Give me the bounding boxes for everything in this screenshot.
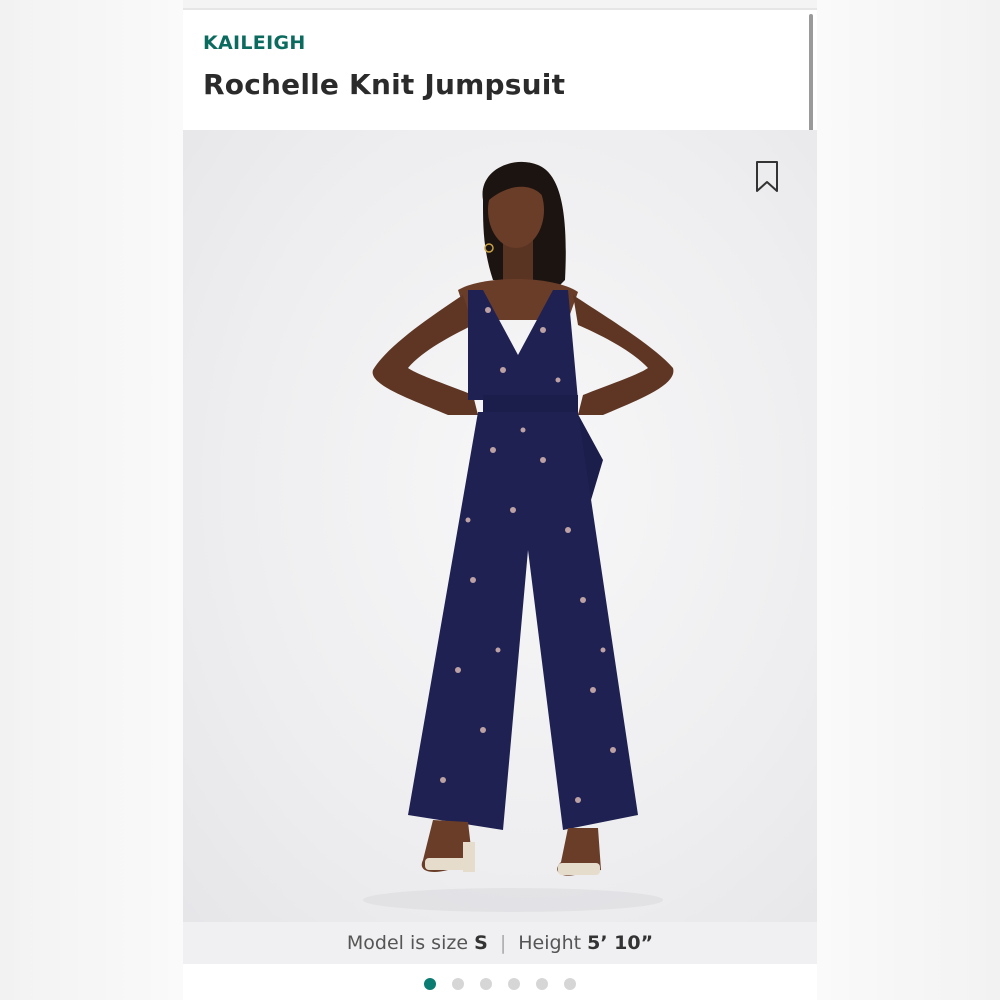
model-size-label: Model is size bbox=[346, 932, 469, 954]
model-size-value: S bbox=[474, 932, 488, 954]
product-header: KAILEIGH Rochelle Knit Jumpsuit bbox=[183, 10, 817, 130]
carousel-dot-3[interactable] bbox=[480, 978, 492, 990]
carousel-dot-4[interactable] bbox=[508, 978, 520, 990]
model-height-label: Height bbox=[518, 932, 582, 954]
model-info-bar: Model is size S | Height 5’ 10” bbox=[183, 922, 817, 964]
brand-name[interactable]: KAILEIGH bbox=[203, 32, 306, 54]
caption-separator: | bbox=[499, 932, 507, 954]
product-screen: KAILEIGH Rochelle Knit Jumpsuit Model is… bbox=[183, 8, 817, 1000]
carousel-dot-6[interactable] bbox=[564, 978, 576, 990]
carousel-dot-2[interactable] bbox=[452, 978, 464, 990]
carousel-indicator bbox=[183, 978, 817, 990]
bookmark-icon[interactable] bbox=[755, 160, 779, 194]
carousel-dot-1[interactable] bbox=[424, 978, 436, 990]
carousel-dot-5[interactable] bbox=[536, 978, 548, 990]
product-photo[interactable] bbox=[183, 130, 817, 922]
background-right bbox=[817, 0, 1000, 1000]
background-left bbox=[0, 0, 183, 1000]
product-title: Rochelle Knit Jumpsuit bbox=[203, 68, 566, 101]
model-height-value: 5’ 10” bbox=[587, 932, 654, 954]
model-illustration bbox=[363, 161, 674, 912]
